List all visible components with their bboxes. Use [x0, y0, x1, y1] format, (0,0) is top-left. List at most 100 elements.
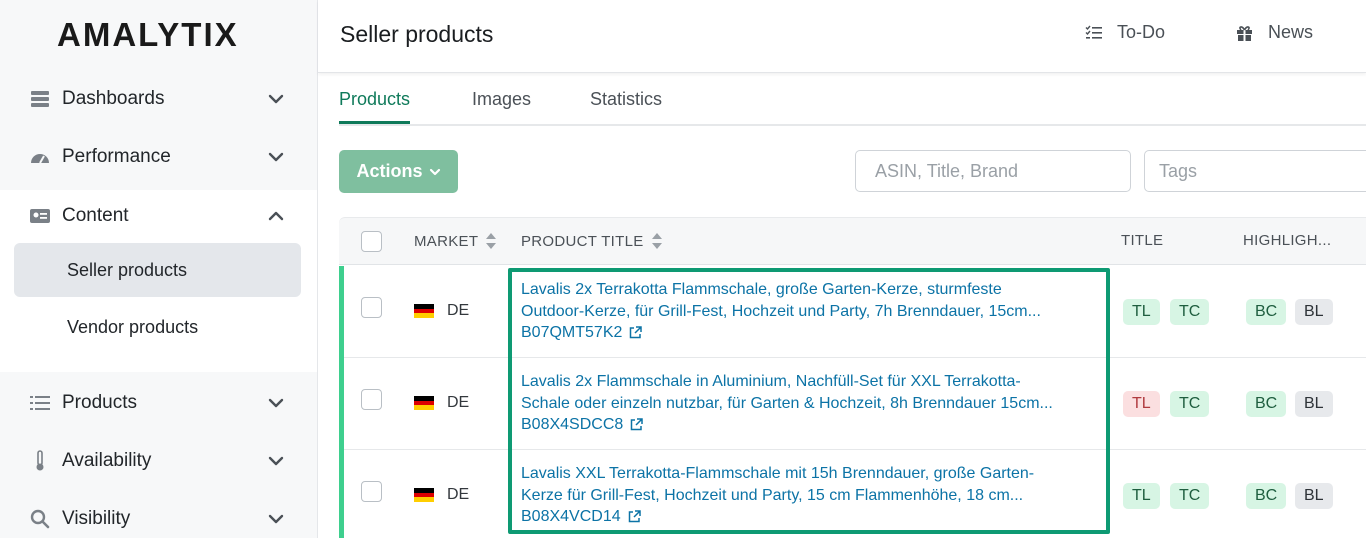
chevron-down-icon: [268, 398, 284, 408]
search-input[interactable]: [855, 150, 1131, 192]
asin-link[interactable]: B08X4VCD14: [521, 506, 641, 528]
status-badge: TC: [1170, 391, 1210, 417]
market-value: DE: [447, 394, 470, 411]
chevron-up-icon: [268, 211, 284, 221]
asin-link[interactable]: B07QMT57K2: [521, 322, 643, 344]
status-badge: BC: [1246, 391, 1287, 417]
asin-link[interactable]: B08X4SDCC8: [521, 414, 644, 436]
row-checkbox[interactable]: [361, 297, 382, 318]
status-badge: TC: [1170, 483, 1210, 509]
sidebar-item-label: Products: [62, 392, 137, 413]
sort-icon: [651, 233, 662, 249]
tags-input[interactable]: [1144, 150, 1366, 192]
chevron-down-icon: [268, 152, 284, 162]
product-title-line: Kerze für Grill-Fest, Hochzeit und Party…: [521, 486, 1024, 504]
status-badge: BC: [1246, 299, 1287, 325]
row-accent: [339, 358, 344, 450]
chevron-down-icon: [268, 94, 284, 104]
sidebar-item-dashboards[interactable]: Dashboards: [0, 70, 317, 128]
row-checkbox[interactable]: [361, 481, 382, 502]
status-badge: TC: [1170, 299, 1210, 325]
tab-products[interactable]: Products: [339, 89, 411, 124]
status-badge: TL: [1123, 391, 1160, 417]
external-link-icon: [631, 418, 644, 431]
germany-flag-icon: [414, 304, 434, 319]
news-link[interactable]: News: [1236, 22, 1313, 43]
row-accent: [339, 266, 344, 358]
product-title-link[interactable]: Lavalis XXL Terrakotta-Flammschale mit 1…: [521, 463, 1091, 528]
column-label: PRODUCT TITLE: [521, 232, 644, 250]
germany-flag-icon: [414, 488, 434, 503]
product-title-line: Outdoor-Kerze, für Grill-Fest, Hochzeit …: [521, 302, 1041, 320]
status-badge: TL: [1123, 299, 1160, 325]
tab-statistics[interactable]: Statistics: [590, 89, 662, 121]
column-header-product-title[interactable]: PRODUCT TITLE: [521, 232, 663, 250]
sidebar-item-label: Vendor products: [67, 316, 199, 337]
market-value: DE: [447, 302, 470, 319]
external-link-icon: [630, 326, 643, 339]
status-badge: BL: [1295, 299, 1333, 325]
logo: AMALYTIX: [57, 16, 239, 53]
sidebar-item-content[interactable]: Content: [0, 187, 317, 245]
status-badge: BL: [1295, 483, 1333, 509]
products-table: MARKET PRODUCT TITLE TITLE HIGHLIGH... D…: [339, 217, 1366, 538]
chevron-down-icon: [429, 168, 440, 175]
gauge-icon: [29, 147, 51, 167]
sidebar-item-label: Seller products: [67, 259, 188, 280]
status-badge: BC: [1246, 483, 1287, 509]
sidebar-item-label: Content: [62, 205, 129, 226]
product-title-line: Lavalis 2x Flammschale in Aluminium, Nac…: [521, 373, 1021, 390]
column-header-highlights: HIGHLIGH...: [1243, 232, 1332, 249]
sidebar-item-label: Visibility: [62, 508, 131, 529]
product-title-line: Lavalis XXL Terrakotta-Flammschale mit 1…: [521, 465, 1035, 482]
status-badge: TL: [1123, 483, 1160, 509]
table-header: MARKET PRODUCT TITLE TITLE HIGHLIGH...: [339, 217, 1366, 265]
sidebar-item-vendor-products[interactable]: Vendor products: [14, 300, 301, 354]
row-checkbox[interactable]: [361, 389, 382, 410]
sidebar-item-label: Availability: [62, 450, 152, 471]
sidebar-item-performance[interactable]: Performance: [0, 128, 317, 186]
germany-flag-icon: [414, 396, 434, 411]
actions-label: Actions: [356, 161, 423, 181]
news-label: News: [1268, 22, 1314, 42]
product-title-link[interactable]: Lavalis 2x Flammschale in Aluminium, Nac…: [521, 371, 1091, 436]
sidebar-item-products[interactable]: Products: [0, 374, 317, 432]
list-icon: [29, 393, 51, 413]
table-row: DE Lavalis 2x Flammschale in Aluminium, …: [339, 358, 1366, 450]
checklist-icon: [1085, 25, 1102, 39]
asin-value: B08X4SDCC8: [521, 416, 624, 433]
sidebar-item-label: Dashboards: [62, 88, 165, 109]
sidebar: AMALYTIX Dashboards Performance Content …: [0, 0, 318, 538]
asin-value: B07QMT57K2: [521, 324, 623, 341]
actions-button[interactable]: Actions: [339, 150, 458, 193]
gift-icon: [1237, 25, 1252, 41]
todo-label: To-Do: [1117, 22, 1166, 42]
chevron-down-icon: [268, 456, 284, 466]
external-link-icon: [628, 510, 641, 523]
id-card-icon: [29, 206, 51, 226]
column-label: MARKET: [414, 232, 479, 250]
asin-value: B08X4VCD14: [521, 508, 621, 525]
tab-bar: Products Images Statistics: [339, 86, 1366, 126]
sidebar-item-visibility[interactable]: Visibility: [0, 490, 317, 538]
tab-images[interactable]: Images: [472, 89, 531, 121]
todo-link[interactable]: To-Do: [1085, 22, 1165, 43]
product-title-line: Schale oder einzeln nutzbar, für Garten …: [521, 394, 1053, 412]
sort-icon: [486, 233, 497, 249]
chevron-down-icon: [268, 514, 284, 524]
sidebar-item-seller-products[interactable]: Seller products: [14, 243, 301, 297]
row-accent: [339, 450, 344, 538]
sidebar-item-label: Performance: [62, 146, 171, 167]
product-title-link[interactable]: Lavalis 2x Terrakotta Flammschale, große…: [521, 279, 1091, 344]
page-title: Seller products: [340, 21, 494, 47]
table-row: DE Lavalis XXL Terrakotta-Flammschale mi…: [339, 450, 1366, 538]
column-header-title: TITLE: [1121, 232, 1164, 249]
column-header-market[interactable]: MARKET: [414, 232, 497, 250]
top-bar: Seller products To-Do News: [318, 0, 1366, 73]
server-icon: [29, 89, 51, 109]
search-icon: [29, 509, 51, 529]
select-all-checkbox[interactable]: [361, 231, 382, 252]
market-value: DE: [447, 486, 470, 503]
thermometer-icon: [29, 450, 51, 471]
sidebar-item-availability[interactable]: Availability: [0, 432, 317, 490]
